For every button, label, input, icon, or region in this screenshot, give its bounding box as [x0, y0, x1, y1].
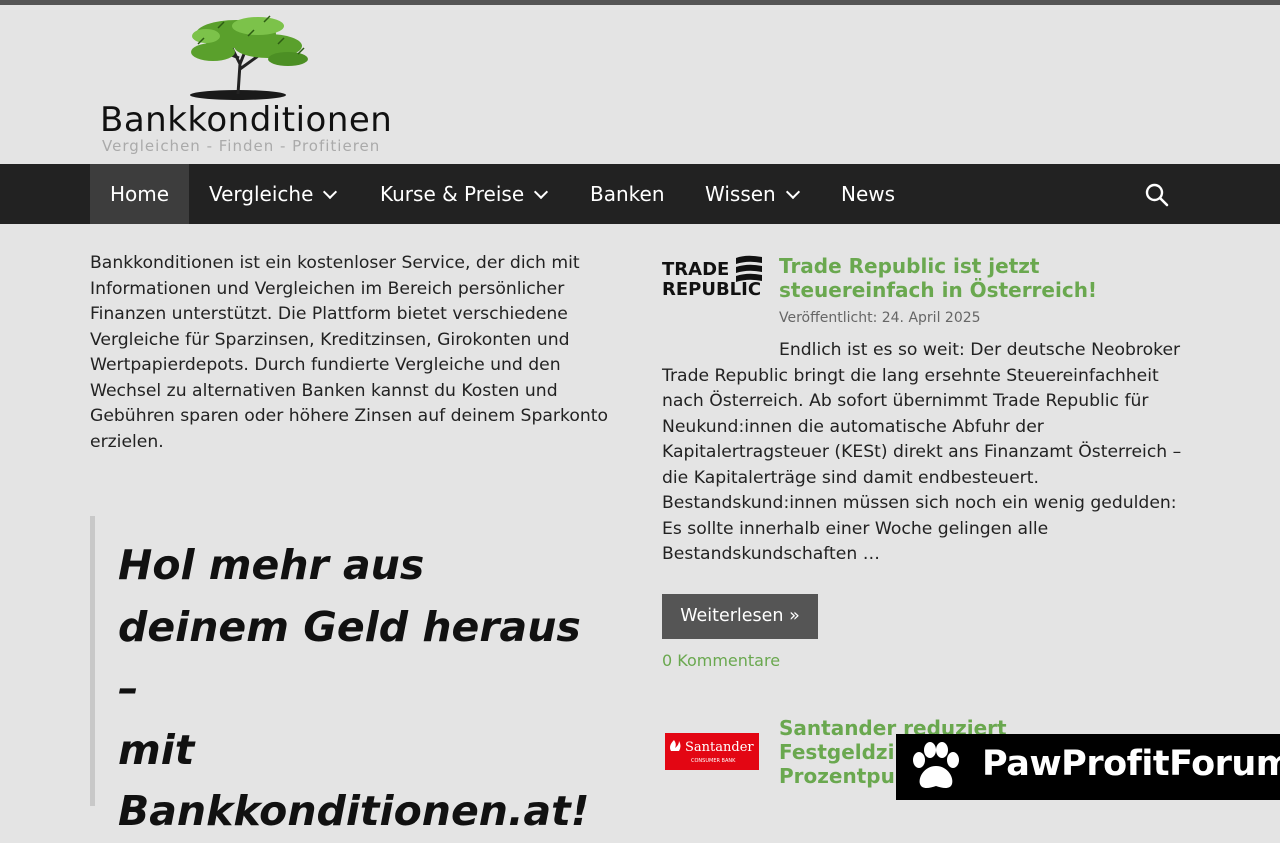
quote-block: Hol mehr aus deinem Geld heraus – mit Ba… — [118, 535, 618, 843]
nav-item-news[interactable]: News — [841, 164, 895, 224]
post-title-link[interactable]: Trade Republic ist jetzt steuereinfach i… — [779, 254, 1097, 302]
site-tagline: Vergleichen - Finden - Profitieren — [102, 137, 381, 155]
logo-text: CONSUMER BANK — [691, 758, 736, 764]
quote-line: Hol mehr aus — [118, 541, 425, 589]
logo-text: TRADE — [662, 259, 729, 280]
nav-item-label: Kurse & Preise — [380, 182, 525, 206]
search-button[interactable] — [1144, 182, 1170, 208]
site-title: Bankkonditionen — [100, 100, 393, 140]
nav-item-label: Wissen — [705, 182, 776, 206]
pawprofitforum-badge[interactable]: PawProfitForum — [896, 734, 1280, 800]
quote-line: – — [118, 664, 139, 712]
chevron-down-icon — [534, 184, 549, 200]
nav-item-wissen[interactable]: Wissen — [705, 164, 800, 224]
santander-logo[interactable]: Santander CONSUMER BANK — [665, 733, 759, 770]
trade-republic-logo[interactable]: TRADE REPUBLIC — [662, 254, 764, 300]
trade-republic-logo-graphic: TRADE REPUBLIC — [662, 255, 762, 300]
main-nav: Home Vergleiche Kurse & Preise Banken Wi… — [0, 164, 1280, 224]
logo-text: REPUBLIC — [662, 279, 761, 298]
post-excerpt: Endlich ist es so weit: Der deutsche Neo… — [662, 340, 1182, 564]
search-icon — [1145, 183, 1169, 207]
post-title-line: steuereinfach in Österreich! — [779, 278, 1098, 302]
logo-text: Santander — [685, 740, 754, 755]
paw-icon — [913, 742, 959, 788]
quote-line: mit — [118, 725, 195, 774]
site-logo[interactable]: Bankkonditionen Vergleichen - Finden - P… — [100, 14, 400, 159]
nav-item-banken[interactable]: Banken — [590, 164, 665, 224]
chevron-down-icon — [323, 184, 338, 200]
quote-line: deinem Geld heraus — [118, 602, 581, 651]
read-more-button[interactable]: Weiterlesen » — [662, 594, 818, 639]
nav-item-vergleiche[interactable]: Vergleiche — [209, 164, 338, 224]
nav-item-label: News — [841, 182, 896, 206]
nav-item-kurse-preise[interactable]: Kurse & Preise — [380, 164, 549, 224]
badge-label: PawProfitForum — [982, 744, 1280, 784]
nav-item-label: Banken — [590, 182, 665, 206]
nav-item-label: Home — [109, 182, 170, 206]
top-accent-bar — [0, 0, 1280, 5]
quote-border — [90, 516, 95, 806]
tree-icon — [190, 15, 308, 100]
post-title-line: Trade Republic ist jetzt — [779, 254, 1040, 278]
quote-line: Bankkonditionen.at! — [118, 787, 590, 835]
chevron-down-icon — [785, 184, 800, 200]
intro-text: Bankkonditionen ist ein kostenloser Serv… — [90, 253, 608, 452]
nav-item-label: Vergleiche — [209, 182, 314, 206]
post-date: Veröffentlicht: 24. April 2025 — [779, 310, 981, 326]
nav-item-home[interactable]: Home — [90, 164, 189, 224]
comments-link[interactable]: 0 Kommentare — [662, 651, 780, 670]
santander-logo-graphic: Santander CONSUMER BANK — [670, 740, 754, 764]
